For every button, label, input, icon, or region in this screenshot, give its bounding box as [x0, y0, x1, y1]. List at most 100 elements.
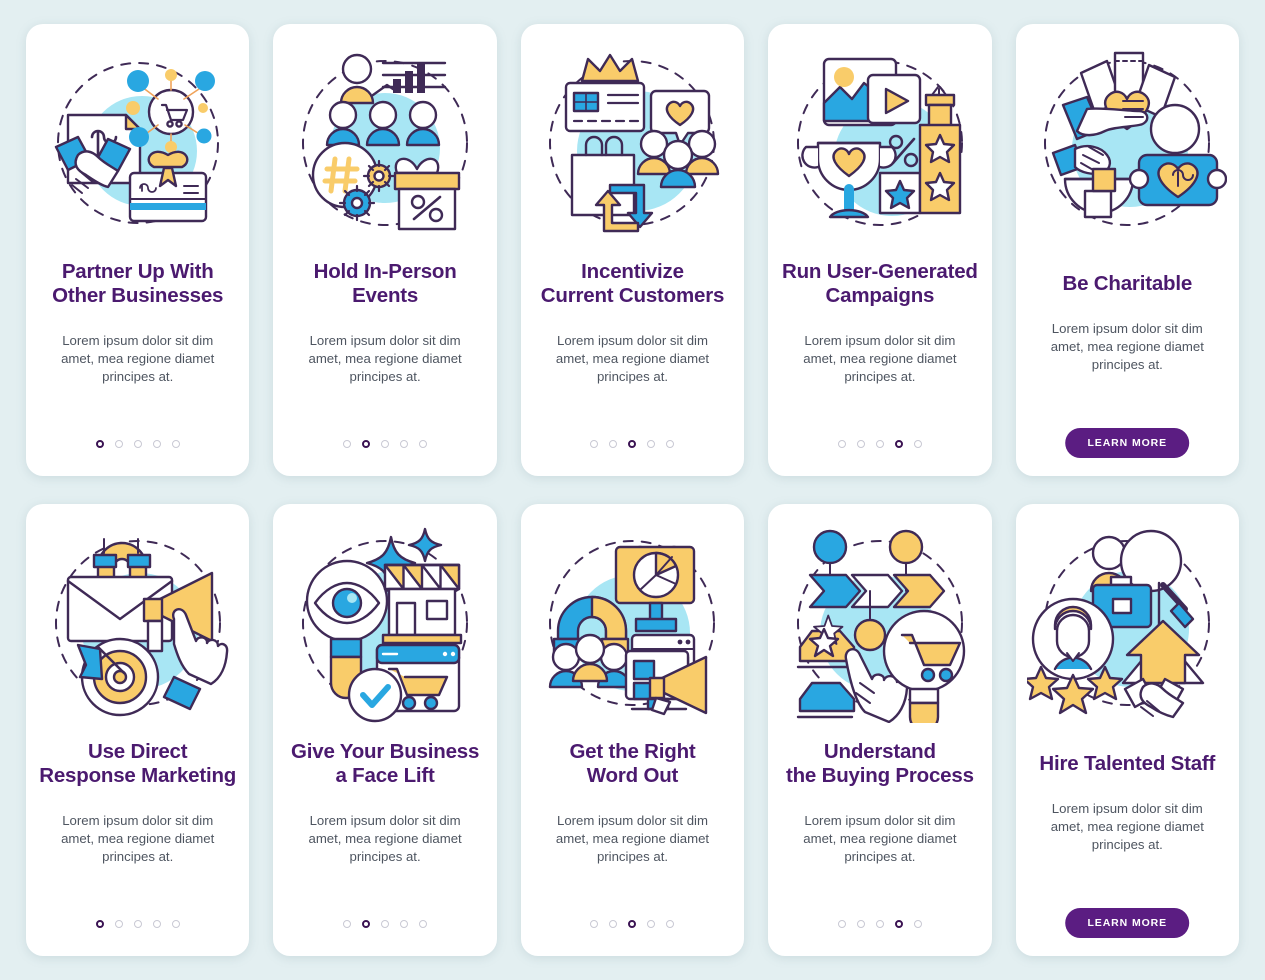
illustration-loyalty-card-crown-shopping	[521, 24, 744, 256]
learn-more-button[interactable]: LEARN MORE	[1065, 428, 1190, 458]
illustration-presentation-hashtag-gift	[273, 24, 496, 256]
pagination-dot-3[interactable]	[875, 440, 884, 448]
pagination-dot-1[interactable]	[590, 440, 599, 448]
pagination-dot-1[interactable]	[343, 440, 352, 448]
pagination-dot-4[interactable]	[400, 440, 409, 448]
card-title-line1: Hold In-Person	[313, 260, 457, 283]
card-title-line1: Be Charitable	[1062, 272, 1193, 295]
card-title: Hire Talented Staff	[1027, 752, 1227, 776]
onboarding-screens-grid: Partner Up With Other Businesses Lorem i…	[0, 0, 1265, 980]
onboarding-card-give-your-business-a-face-lift[interactable]: Give Your Business a Face Lift Lorem ips…	[273, 504, 497, 956]
pagination-dots[interactable]	[521, 920, 744, 928]
pagination-dot-5[interactable]	[419, 920, 428, 928]
pagination-dot-3[interactable]	[381, 920, 390, 928]
card-description: Lorem ipsum dolor sit dim amet, mea regi…	[1050, 321, 1204, 372]
pagination-dot-1[interactable]	[95, 920, 104, 928]
pagination-dot-2[interactable]	[609, 920, 618, 928]
illustration-billboard-magnet-audience-megaphone	[521, 504, 744, 736]
pagination-dots[interactable]	[768, 920, 991, 928]
pagination-dot-1[interactable]	[590, 920, 599, 928]
pagination-dot-1[interactable]	[837, 440, 846, 448]
pagination-dot-5[interactable]	[666, 920, 675, 928]
onboarding-card-get-the-right-word-out[interactable]: Get the Right Word Out Lorem ipsum dolor…	[520, 504, 745, 956]
pagination-dot-2[interactable]	[609, 440, 618, 448]
card-title: Hold In-Person Events	[302, 260, 469, 308]
pagination-dots[interactable]	[273, 920, 496, 928]
pagination-dot-3[interactable]	[875, 920, 884, 928]
pagination-dot-1[interactable]	[837, 920, 846, 928]
card-title-line1: Partner Up With	[61, 260, 214, 283]
illustration-handshake-network-giftcard	[26, 24, 249, 256]
pagination-dot-2[interactable]	[114, 440, 123, 448]
card-title: Be Charitable	[1051, 272, 1205, 296]
card-title-line1: Understand	[823, 740, 936, 763]
onboarding-card-be-charitable[interactable]: Be Charitable Lorem ipsum dolor sit dim …	[1015, 24, 1239, 476]
card-title-line1: Get the Right	[569, 740, 696, 763]
card-description: Lorem ipsum dolor sit dim amet, mea regi…	[555, 813, 710, 864]
onboarding-card-hire-talented-staff[interactable]: Hire Talented Staff Lorem ipsum dolor si…	[1015, 504, 1239, 956]
pagination-dot-4[interactable]	[152, 920, 161, 928]
pagination-dots[interactable]	[26, 920, 249, 928]
card-title-line2: Word Out	[586, 764, 679, 788]
pagination-dot-2[interactable]	[362, 920, 371, 928]
card-title: Get the Right Word Out	[557, 740, 707, 788]
onboarding-card-understand-the-buying-process[interactable]: Understand the Buying Process Lorem ipsu…	[768, 504, 992, 956]
pagination-dot-4[interactable]	[647, 440, 656, 448]
card-title-line2: the Buying Process	[785, 764, 974, 788]
pagination-dot-1[interactable]	[95, 440, 104, 448]
pagination-dot-3[interactable]	[381, 440, 390, 448]
pagination-dot-5[interactable]	[171, 920, 180, 928]
card-title: Run User-Generated Campaigns	[770, 260, 990, 308]
card-title: Incentivize Current Customers	[529, 260, 736, 308]
pagination-dot-3[interactable]	[628, 440, 637, 448]
illustration-magnifier-eye-storefront	[273, 504, 496, 736]
pagination-dot-4[interactable]	[152, 440, 161, 448]
onboarding-card-run-user-generated-campaigns[interactable]: Run User-Generated Campaigns Lorem ipsum…	[768, 24, 992, 476]
pagination-dot-3[interactable]	[133, 920, 142, 928]
pagination-dot-4[interactable]	[647, 920, 656, 928]
pagination-dots[interactable]	[26, 440, 249, 448]
pagination-dot-5[interactable]	[171, 440, 180, 448]
learn-more-button[interactable]: LEARN MORE	[1065, 908, 1190, 938]
card-title: Understand the Buying Process	[774, 740, 986, 788]
card-description: Lorem ipsum dolor sit dim amet, mea regi…	[61, 333, 215, 384]
pagination-dot-2[interactable]	[856, 920, 865, 928]
pagination-dot-2[interactable]	[362, 440, 371, 448]
card-title-line1: Give Your Business	[291, 740, 480, 763]
pagination-dots[interactable]	[273, 440, 496, 448]
pagination-dot-2[interactable]	[114, 920, 123, 928]
pagination-dots[interactable]	[521, 440, 744, 448]
card-title-line2: a Face Lift	[335, 764, 435, 788]
card-title-line2: Campaigns	[825, 284, 935, 308]
pagination-dot-5[interactable]	[419, 440, 428, 448]
card-title: Give Your Business a Face Lift	[279, 740, 491, 788]
pagination-dot-5[interactable]	[913, 440, 922, 448]
pagination-dot-2[interactable]	[856, 440, 865, 448]
card-description: Lorem ipsum dolor sit dim amet, mea regi…	[803, 333, 957, 384]
card-description: Lorem ipsum dolor sit dim amet, mea regi…	[308, 333, 462, 384]
illustration-donation-hands-heart	[1016, 24, 1239, 256]
card-title-line2: Other Businesses	[52, 284, 224, 308]
onboarding-card-incentivize-current-customers[interactable]: Incentivize Current Customers Lorem ipsu…	[520, 24, 745, 476]
card-title-line1: Run User-Generated	[782, 260, 978, 283]
pagination-dot-3[interactable]	[133, 440, 142, 448]
onboarding-card-hold-in-person-events[interactable]: Hold In-Person Events Lorem ipsum dolor …	[273, 24, 497, 476]
card-description: Lorem ipsum dolor sit dim amet, mea regi…	[61, 813, 215, 864]
card-title: Use Direct Response Marketing	[27, 740, 248, 788]
illustration-recruitment-rating-handshake	[1016, 504, 1239, 736]
pagination-dot-3[interactable]	[628, 920, 637, 928]
onboarding-card-partner-up[interactable]: Partner Up With Other Businesses Lorem i…	[26, 24, 250, 476]
pagination-dot-4[interactable]	[894, 440, 903, 448]
card-description: Lorem ipsum dolor sit dim amet, mea regi…	[1050, 801, 1204, 852]
pagination-dot-4[interactable]	[894, 920, 903, 928]
onboarding-card-use-direct-response-marketing[interactable]: Use Direct Response Marketing Lorem ipsu…	[26, 504, 250, 956]
card-title: Partner Up With Other Businesses	[40, 260, 235, 308]
pagination-dots[interactable]	[768, 440, 991, 448]
pagination-dot-1[interactable]	[343, 920, 352, 928]
pagination-dot-5[interactable]	[666, 440, 675, 448]
pagination-dot-5[interactable]	[913, 920, 922, 928]
illustration-email-magnet-megaphone-target	[26, 504, 249, 736]
card-title-line1: Use Direct	[87, 740, 188, 763]
pagination-dot-4[interactable]	[400, 920, 409, 928]
illustration-buying-funnel-cart-choice	[768, 504, 991, 736]
